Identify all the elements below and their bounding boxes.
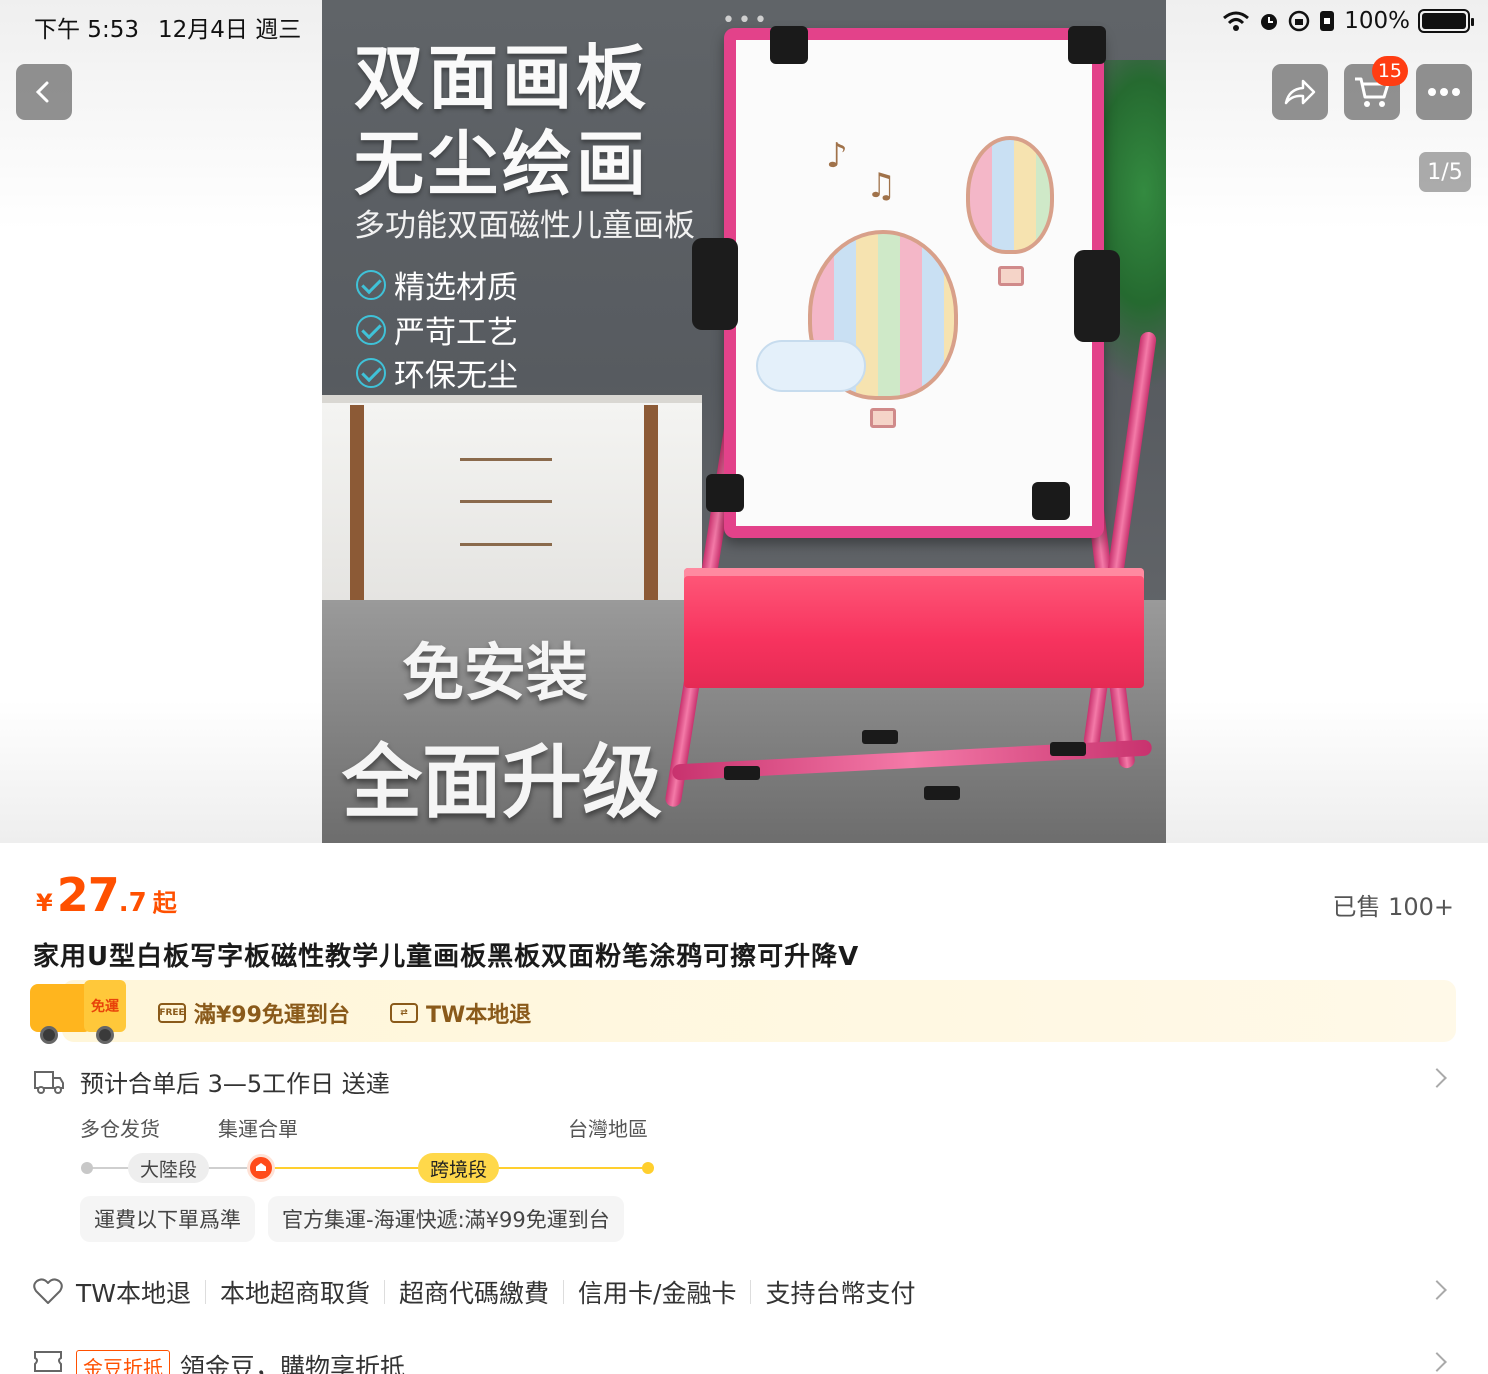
service-item: 信用卡/金融卡 xyxy=(578,1279,737,1308)
gold-beans-tag: 金豆折抵 xyxy=(76,1349,170,1374)
product-image-carousel[interactable]: 双面画板 无尘绘画 多功能双面磁性儿童画板 精选材质 严苛工艺 环保无尘 ♪ ♫ xyxy=(0,0,1488,843)
delivery-estimate[interactable]: 预计合单后 3—5工作日 送達 xyxy=(80,1064,390,1099)
heart-shield-icon xyxy=(33,1278,63,1304)
service-item: TW本地退 xyxy=(76,1279,191,1308)
price-decimal: .7 xyxy=(118,888,147,918)
segment-cross-border: 跨境段 xyxy=(418,1153,500,1183)
cabinet-handle xyxy=(460,500,552,503)
chevron-right-icon[interactable] xyxy=(1427,1068,1447,1088)
more-icon xyxy=(1428,88,1460,96)
rotation-lock-icon xyxy=(1288,10,1310,32)
stage-label: 多仓发货 xyxy=(80,1117,160,1141)
price-integer: 27 xyxy=(56,868,120,922)
easel-foot xyxy=(1050,742,1086,756)
hero-subtitle: 多功能双面磁性儿童画板 xyxy=(354,208,695,244)
cart-badge: 15 xyxy=(1371,56,1408,86)
return-icon: ⇄ xyxy=(390,1003,418,1023)
cabinet-handle xyxy=(460,458,552,461)
status-date: 12月4日 週三 xyxy=(158,17,302,43)
coupon-icon xyxy=(34,1351,62,1372)
check-circle-icon xyxy=(356,269,386,300)
price: ¥ 27 .7 起 xyxy=(36,868,177,922)
track-end-dot xyxy=(642,1162,654,1174)
gold-beans-row[interactable]: 金豆折抵 領金豆，購物享折抵 xyxy=(76,1348,405,1374)
music-note-icon: ♪ xyxy=(826,136,848,176)
hero-feature: 精选材质 xyxy=(356,262,518,307)
product-image[interactable]: 双面画板 无尘绘画 多功能双面磁性儿童画板 精选材质 严苛工艺 环保无尘 ♪ ♫ xyxy=(322,0,1166,843)
cabinet-post xyxy=(350,405,364,620)
service-item: 本地超商取貨 xyxy=(220,1279,371,1308)
cabinet-post xyxy=(644,405,658,620)
battery-percent: 100% xyxy=(1344,8,1410,34)
track-start-dot xyxy=(81,1162,93,1174)
hero-bottom-1: 免安装 xyxy=(402,636,589,709)
hero-feature: 环保无尘 xyxy=(356,350,518,395)
product-title[interactable]: 家用U型白板写字板磁性教学儿童画板黑板双面粉笔涂鸦可擦可升降V xyxy=(33,936,859,973)
share-icon xyxy=(1284,79,1316,105)
music-note-icon: ♫ xyxy=(866,166,897,206)
more-button[interactable] xyxy=(1416,64,1472,120)
balloon-basket xyxy=(870,408,896,428)
segment-mainland: 大陸段 xyxy=(128,1153,210,1183)
stage-label: 集運合單 xyxy=(218,1117,298,1141)
chevron-right-icon[interactable] xyxy=(1427,1352,1447,1372)
status-time: 下午 5:53 xyxy=(34,17,139,43)
easel-tray xyxy=(684,568,1144,688)
shipping-fee-note: 運費以下單爲準 xyxy=(80,1196,255,1242)
easel-foot xyxy=(724,766,760,780)
status-icons: 100% xyxy=(1222,8,1474,34)
battery-icon xyxy=(1418,9,1474,33)
truck-icon xyxy=(34,1071,64,1094)
image-counter: 1/5 xyxy=(1419,152,1471,192)
easel-knob xyxy=(692,238,738,330)
price-suffix: 起 xyxy=(152,889,177,917)
cabinet-handle xyxy=(460,543,552,546)
focus-icon xyxy=(1320,11,1335,31)
easel-board: ♪ ♫ xyxy=(724,28,1104,538)
stage-label: 台灣地區 xyxy=(568,1117,648,1141)
share-button[interactable] xyxy=(1272,64,1328,120)
cart-button[interactable]: 15 xyxy=(1344,56,1408,120)
cloud-illustration xyxy=(756,340,866,392)
price-currency: ¥ xyxy=(36,889,53,917)
status-bar: 下午 5:53 12月4日 週三 ••• 100% xyxy=(0,0,1488,48)
hero-bottom-2: 全面升级 xyxy=(342,736,662,829)
free-shipping-truck-icon: 免運 xyxy=(30,978,126,1044)
free-tag-icon: FREE xyxy=(158,1003,186,1023)
balloon-basket xyxy=(998,266,1024,286)
service-list[interactable]: TW本地退 本地超商取貨 超商代碼繳費 信用卡/金融卡 支持台幣支付 xyxy=(76,1274,915,1310)
check-circle-icon xyxy=(356,357,386,388)
promo-free-shipping[interactable]: FREE 滿¥99免運到台 xyxy=(158,997,350,1029)
warehouse-icon xyxy=(247,1154,275,1182)
back-button[interactable] xyxy=(16,64,72,120)
alarm-icon xyxy=(1261,14,1278,30)
sold-count: 已售 100+ xyxy=(1332,893,1454,921)
service-item: 超商代碼繳費 xyxy=(399,1279,550,1308)
gold-beans-text: 領金豆，購物享折抵 xyxy=(180,1353,406,1374)
multitask-dots-icon[interactable]: ••• xyxy=(722,8,770,33)
easel-foot xyxy=(862,730,898,744)
check-circle-icon xyxy=(356,314,386,345)
board-corner xyxy=(706,474,744,512)
hero-feature: 严苛工艺 xyxy=(356,307,518,352)
chevron-right-icon[interactable] xyxy=(1427,1280,1447,1300)
easel-knob xyxy=(1074,250,1120,342)
balloon-illustration xyxy=(966,136,1054,254)
board-corner xyxy=(1032,482,1070,520)
wifi-icon xyxy=(1223,11,1250,31)
official-shipping-note: 官方集運-海運快遞:滿¥99免運到台 xyxy=(268,1196,624,1242)
promo-local-return[interactable]: ⇄ TW本地退 xyxy=(390,997,531,1029)
service-item: 支持台幣支付 xyxy=(765,1279,916,1308)
hero-headline-2: 无尘绘画 xyxy=(354,123,650,205)
easel-foot xyxy=(924,786,960,800)
chevron-left-icon xyxy=(35,81,49,103)
